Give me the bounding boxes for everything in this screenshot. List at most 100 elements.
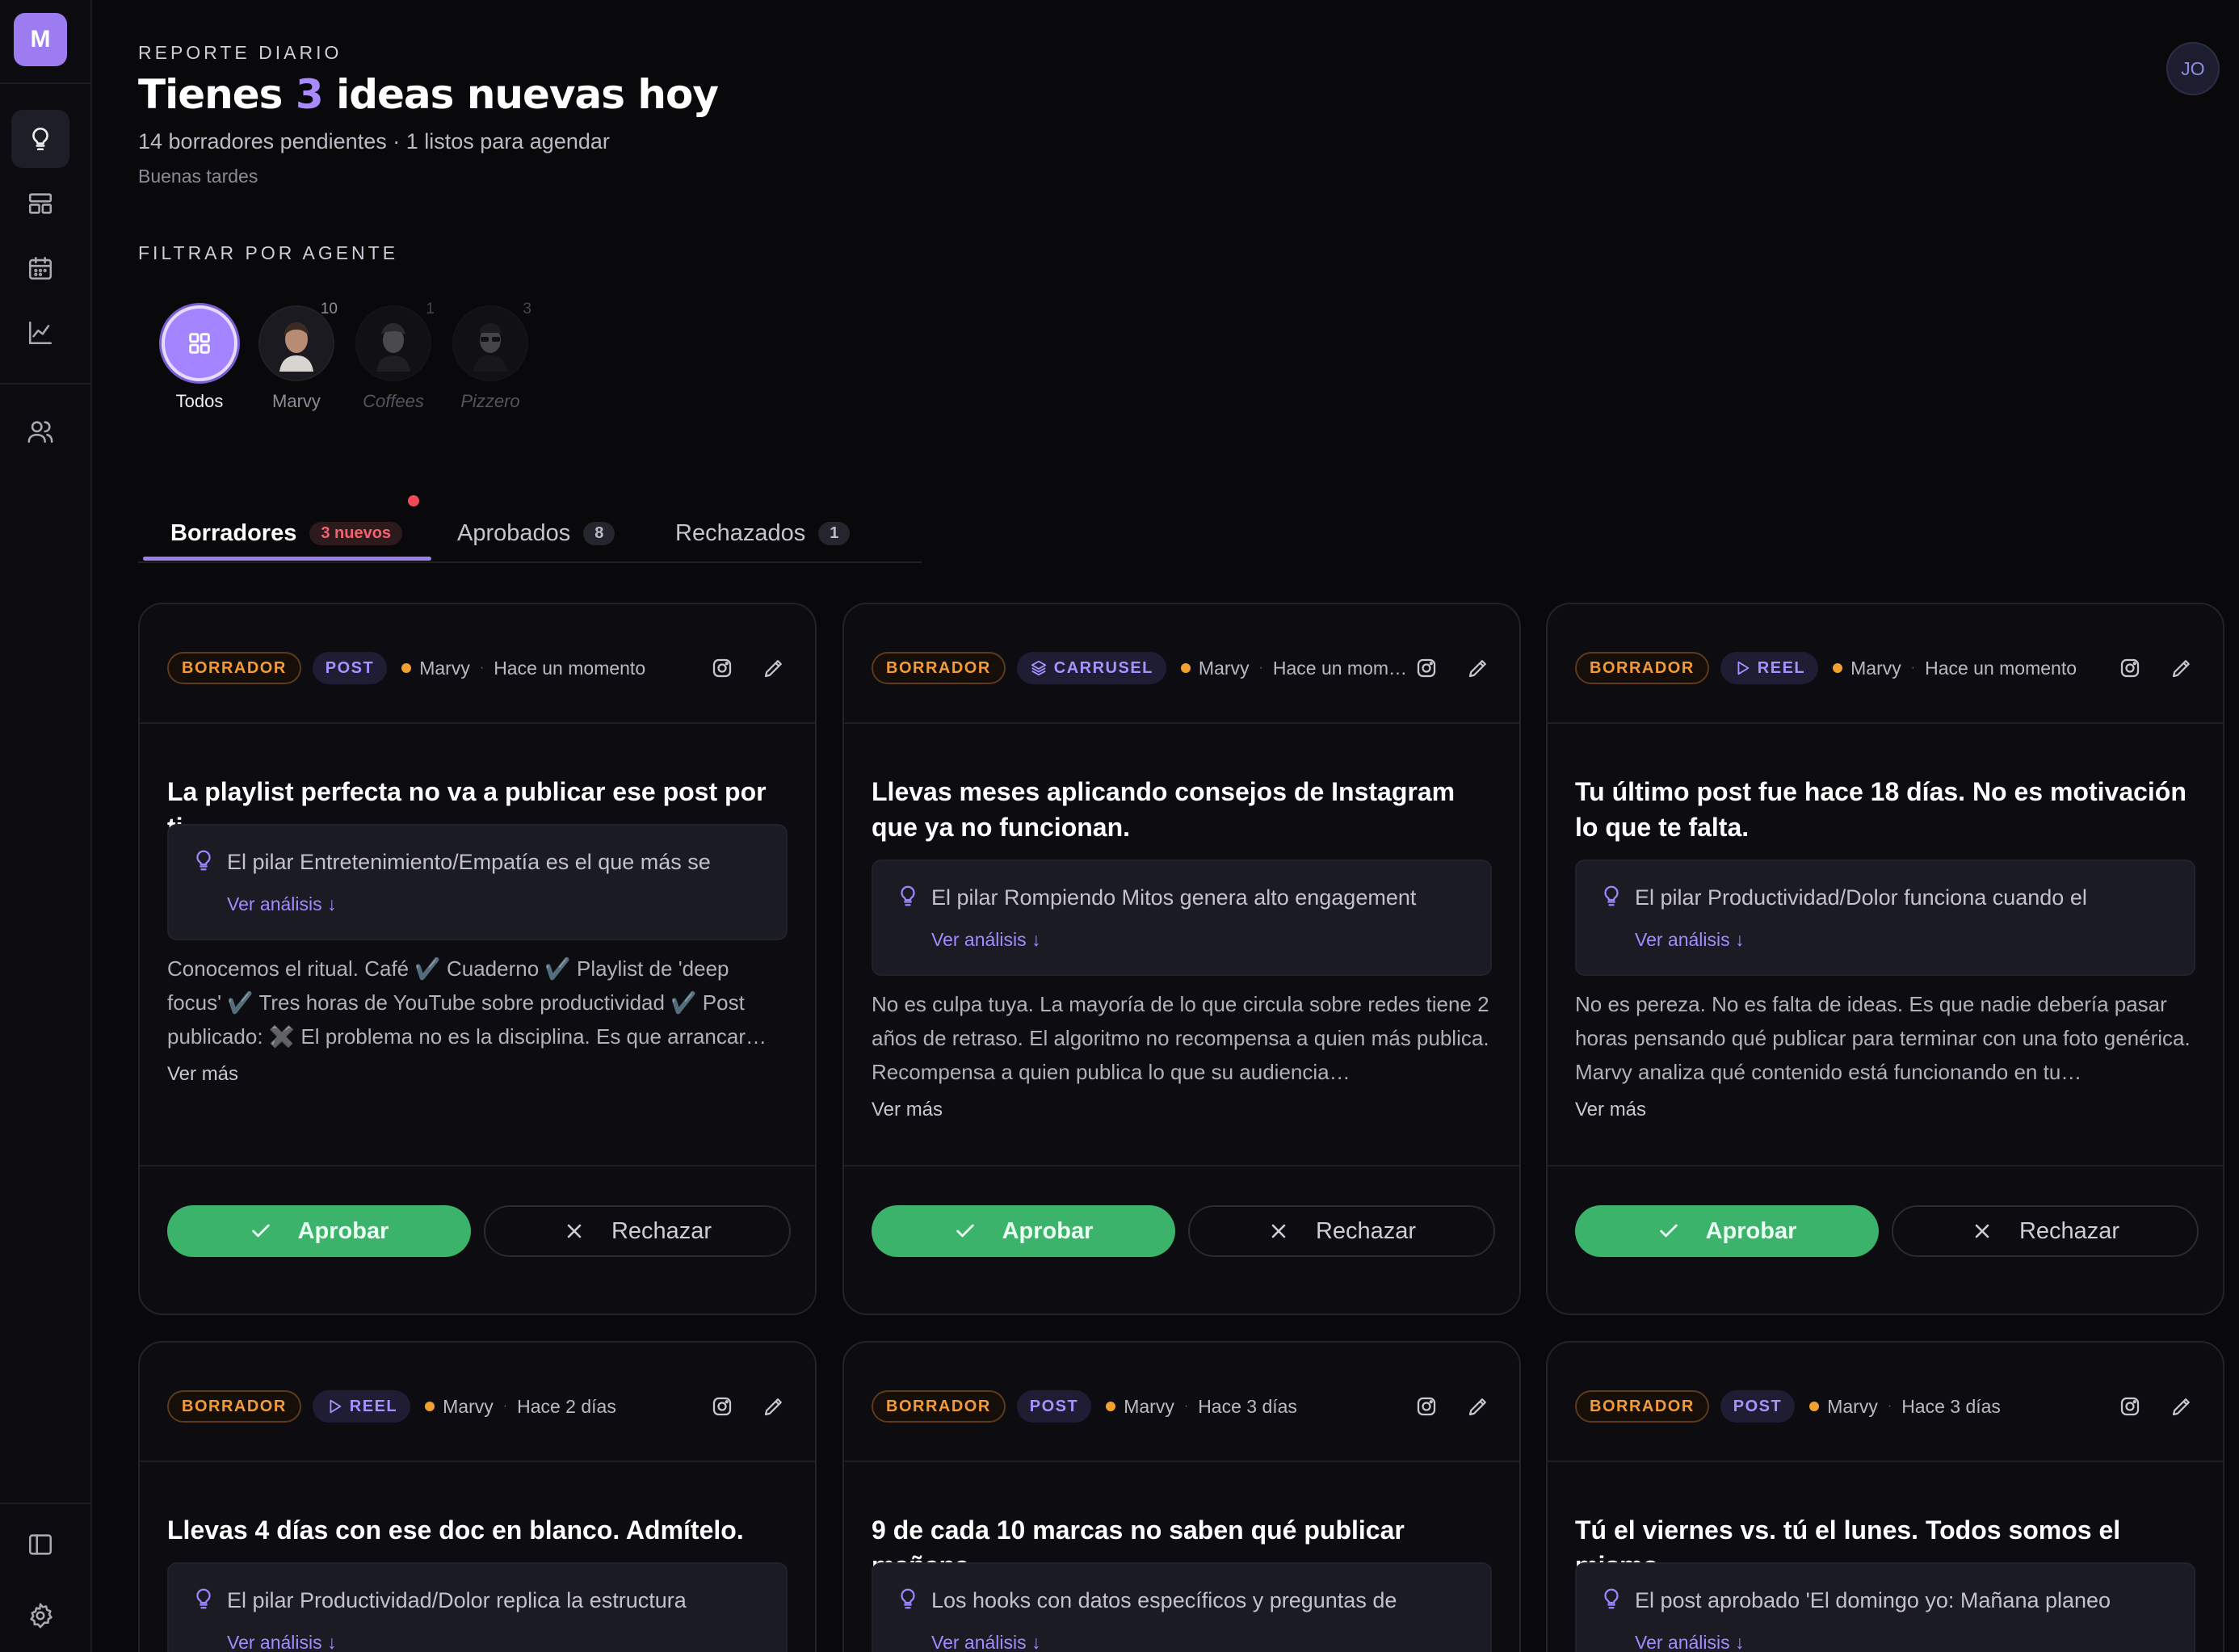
- format-badge: REEL: [312, 1390, 411, 1423]
- toggle-sidebar-button[interactable]: [11, 1515, 69, 1574]
- grid-icon: [189, 333, 210, 354]
- view-analysis-link[interactable]: Ver análisis ↓: [931, 1632, 1041, 1652]
- edit-icon[interactable]: [2168, 1393, 2195, 1420]
- format-label: POST: [325, 658, 375, 677]
- instagram-icon[interactable]: [1413, 654, 1440, 682]
- format-label: POST: [1029, 1397, 1079, 1415]
- card-time: Hace un momento: [494, 657, 646, 679]
- agent-filter-marvy[interactable]: 10 Marvy: [248, 301, 345, 412]
- approve-button[interactable]: Aprobar: [1575, 1205, 1879, 1257]
- card-headline: Llevas meses aplicando consejos de Insta…: [872, 777, 1456, 842]
- instagram-icon[interactable]: [1413, 1393, 1440, 1420]
- insight-text: El post aprobado 'El domingo yo: Mañana …: [1635, 1588, 2111, 1612]
- tab-aprobados[interactable]: Aprobados 8: [457, 505, 615, 561]
- sidebar-divider: [0, 383, 92, 385]
- pending-summary: 14 borradores pendientes · 1 listos para…: [138, 129, 610, 153]
- reject-button[interactable]: Rechazar: [1892, 1205, 2199, 1257]
- approve-button[interactable]: Aprobar: [872, 1205, 1175, 1257]
- card-agent: Marvy: [1198, 657, 1250, 679]
- agent-avatar: 10: [258, 301, 338, 381]
- card-meta: BORRADOR REEL Marvy · Hace un momento: [1575, 651, 2195, 685]
- edit-icon[interactable]: [1464, 654, 1492, 682]
- app-logo[interactable]: M: [14, 13, 67, 66]
- instagram-icon[interactable]: [708, 654, 736, 682]
- status-badge: BORRADOR: [1575, 652, 1709, 684]
- chart-icon: [28, 321, 53, 345]
- sidebar-divider: [0, 82, 92, 84]
- reject-label: Rechazar: [2018, 1217, 2120, 1244]
- card-actions: [2092, 1393, 2195, 1420]
- view-analysis-link[interactable]: Ver análisis ↓: [1635, 929, 1745, 951]
- marvy-avatar-icon: [279, 322, 313, 372]
- view-analysis-link[interactable]: Ver análisis ↓: [227, 893, 337, 915]
- see-more-link[interactable]: Ver más: [872, 1099, 943, 1121]
- card-time: Hace 2 días: [517, 1395, 616, 1417]
- agent-dot: [1106, 1402, 1116, 1411]
- sidebar: M: [0, 0, 92, 1652]
- view-analysis-link[interactable]: Ver análisis ↓: [931, 929, 1041, 951]
- card-divider: [844, 722, 1519, 724]
- card-meta: BORRADOR POST Marvy · Hace 3 días: [1575, 1389, 2195, 1423]
- card-meta: BORRADOR CARRUSEL Marvy · Hace un moment…: [872, 651, 1492, 685]
- see-more-link[interactable]: Ver más: [167, 1063, 238, 1086]
- tab-label: Borradores: [170, 519, 297, 546]
- agent-dot: [1180, 663, 1191, 673]
- agent-avatar: 1: [355, 301, 435, 381]
- card-divider: [140, 1461, 815, 1462]
- edit-icon[interactable]: [2168, 654, 2195, 682]
- see-more-link[interactable]: Ver más: [1575, 1099, 1646, 1121]
- nav-calendar[interactable]: [11, 239, 69, 297]
- nav-ideas[interactable]: [11, 110, 69, 168]
- agent-filter-pizzero[interactable]: 3 Pizzero: [442, 301, 539, 412]
- insight-text: El pilar Productividad/Dolor replica la …: [227, 1588, 687, 1612]
- view-analysis-link[interactable]: Ver análisis ↓: [1635, 1632, 1745, 1652]
- insight-text: Los hooks con datos específicos y pregun…: [931, 1588, 1397, 1612]
- tab-borradores[interactable]: Borradores 3 nuevos: [170, 505, 403, 561]
- card-body: No es culpa tuya. La mayoría de lo que c…: [872, 992, 1489, 1084]
- format-label: REEL: [349, 1397, 398, 1415]
- notification-dot: [408, 495, 419, 507]
- settings-button[interactable]: [11, 1587, 69, 1645]
- tab-rechazados[interactable]: Rechazados 1: [675, 505, 851, 561]
- card-agent: Marvy: [419, 657, 470, 679]
- meta-separator: ·: [502, 1399, 508, 1413]
- nav-team[interactable]: [11, 402, 69, 460]
- draft-card: BORRADOR POST Marvy · Hace 3 días Tú el …: [1546, 1341, 2224, 1652]
- insight-box: El post aprobado 'El domingo yo: Mañana …: [1575, 1562, 2195, 1652]
- approve-button[interactable]: Aprobar: [167, 1205, 471, 1257]
- instagram-icon[interactable]: [2116, 1393, 2144, 1420]
- nav-layout[interactable]: [11, 174, 69, 233]
- insight-box: El pilar Productividad/Dolor funciona cu…: [1575, 860, 2195, 976]
- card-actions: [684, 654, 788, 682]
- agent-filter-todos[interactable]: Todos: [151, 305, 248, 412]
- card-agent: Marvy: [1850, 657, 1901, 679]
- active-tab-indicator: [143, 557, 431, 561]
- lightbulb-icon: [1599, 884, 1624, 912]
- close-icon: [567, 1224, 582, 1238]
- edit-icon[interactable]: [760, 654, 788, 682]
- check-icon: [251, 1224, 270, 1238]
- edit-icon[interactable]: [1464, 1393, 1492, 1420]
- close-icon: [1271, 1224, 1286, 1238]
- insight-box: Los hooks con datos específicos y pregun…: [872, 1562, 1492, 1652]
- card-agent: Marvy: [1124, 1395, 1174, 1417]
- instagram-icon[interactable]: [2116, 654, 2144, 682]
- agent-filter-coffees[interactable]: 1 Coffees: [345, 301, 442, 412]
- format-badge: POST: [1720, 1390, 1796, 1423]
- user-avatar[interactable]: JO: [2166, 42, 2220, 95]
- nav-analytics[interactable]: [11, 304, 69, 362]
- reject-button[interactable]: Rechazar: [1188, 1205, 1495, 1257]
- view-analysis-link[interactable]: Ver análisis ↓: [227, 1632, 337, 1652]
- format-label: POST: [1733, 1397, 1783, 1415]
- lightbulb-icon: [896, 1587, 920, 1615]
- approve-label: Aprobar: [1705, 1217, 1797, 1244]
- instagram-icon[interactable]: [708, 1393, 736, 1420]
- users-icon: [27, 421, 53, 443]
- reject-button[interactable]: Rechazar: [484, 1205, 791, 1257]
- insight-text: El pilar Entretenimiento/Empatía es el q…: [227, 850, 711, 874]
- agent-avatar: [162, 305, 237, 381]
- edit-icon[interactable]: [760, 1393, 788, 1420]
- insight-box: El pilar Productividad/Dolor replica la …: [167, 1562, 788, 1652]
- status-badge: BORRADOR: [872, 652, 1006, 684]
- reject-label: Rechazar: [1315, 1217, 1417, 1244]
